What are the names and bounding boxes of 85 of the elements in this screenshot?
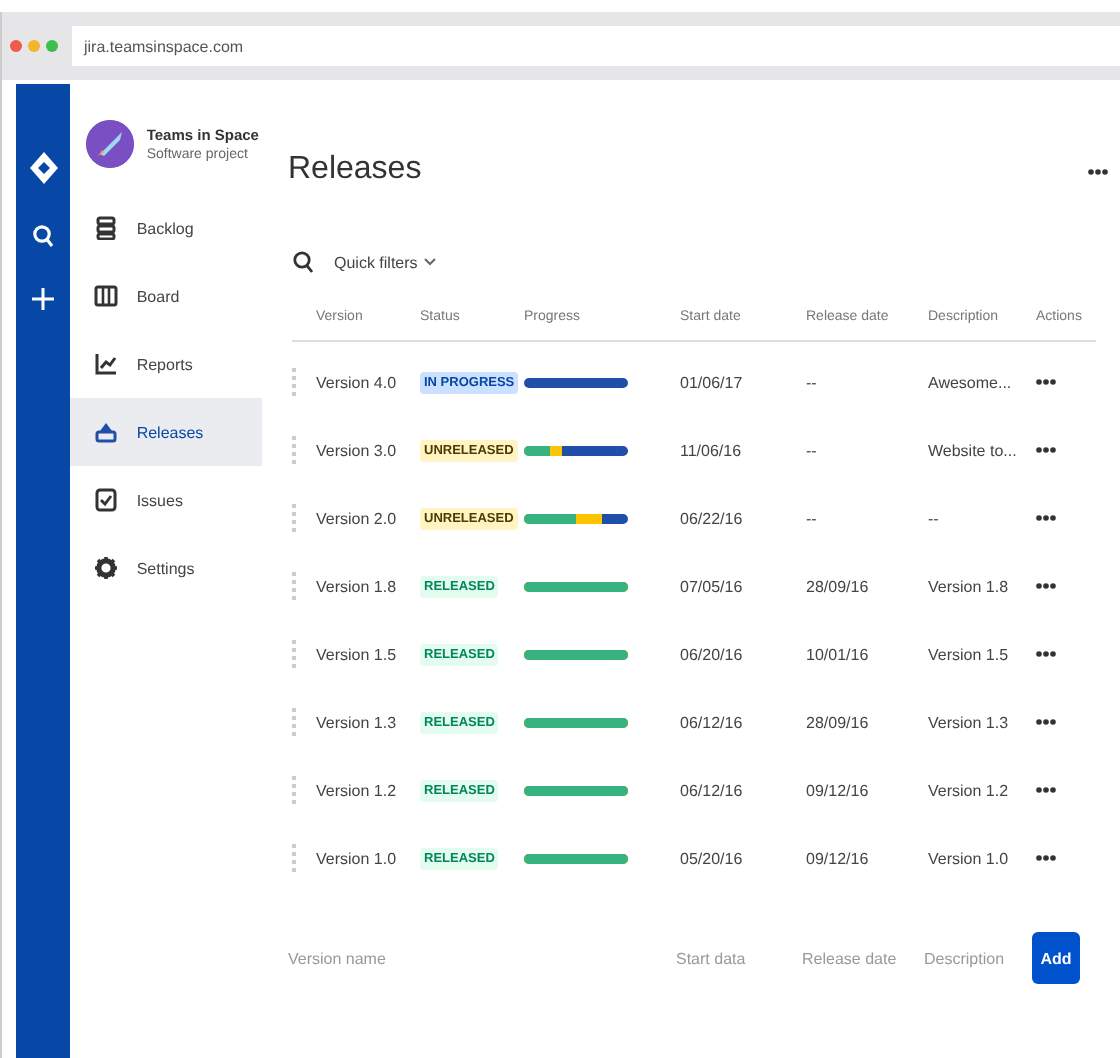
close-dot[interactable] bbox=[10, 40, 22, 52]
drag-handle[interactable] bbox=[292, 640, 300, 668]
ship-icon bbox=[94, 420, 119, 444]
more-icon[interactable] bbox=[1036, 786, 1056, 794]
drag-handle[interactable] bbox=[292, 708, 300, 736]
quick-filters-dropdown[interactable]: Quick filters bbox=[334, 253, 436, 271]
sidebar-item[interactable]: Reports bbox=[70, 330, 262, 398]
more-icon[interactable] bbox=[1036, 378, 1056, 386]
start-date-cell: 01/06/17 bbox=[680, 373, 743, 391]
columns-icon bbox=[94, 284, 119, 308]
search-icon[interactable] bbox=[32, 224, 55, 248]
version-cell: Version 1.2 bbox=[316, 781, 397, 799]
version-cell: Version 3.0 bbox=[316, 441, 397, 459]
add-button[interactable]: Add bbox=[1032, 932, 1080, 984]
release-date-cell: 09/12/16 bbox=[806, 849, 869, 867]
caret-icon bbox=[423, 258, 436, 266]
more-icon[interactable] bbox=[1036, 854, 1056, 862]
gear-icon bbox=[94, 556, 119, 580]
drag-handle[interactable] bbox=[292, 844, 300, 872]
sidebar-item[interactable]: Releases bbox=[70, 398, 262, 466]
plus-icon[interactable] bbox=[32, 288, 55, 310]
start-date-cell: 06/22/16 bbox=[680, 509, 743, 527]
rocket-avatar-icon bbox=[86, 120, 135, 168]
sidebar-item[interactable]: Settings bbox=[70, 534, 262, 602]
line-chart-icon bbox=[94, 352, 119, 376]
release-date-cell: -- bbox=[806, 441, 817, 459]
more-icon[interactable] bbox=[1036, 582, 1056, 590]
release-date-cell: 09/12/16 bbox=[806, 781, 869, 799]
description-cell: Website to... bbox=[928, 441, 1017, 459]
progress-bar bbox=[524, 445, 628, 455]
version-cell: Version 1.8 bbox=[316, 577, 397, 595]
version-cell: Version 1.3 bbox=[316, 713, 397, 731]
drag-handle[interactable] bbox=[292, 368, 300, 396]
release-date-cell: 28/09/16 bbox=[806, 577, 869, 595]
progress-bar bbox=[524, 581, 628, 591]
release-date-cell: -- bbox=[806, 509, 817, 527]
sidebar-item[interactable]: Issues bbox=[70, 466, 262, 534]
page-title: Releases bbox=[288, 152, 424, 190]
start-date-cell: 11/06/16 bbox=[680, 441, 742, 459]
address-bar[interactable]: jira.teamsinspace.com bbox=[72, 26, 1120, 66]
more-icon[interactable] bbox=[1036, 446, 1056, 454]
sidebar-item[interactable]: Backlog bbox=[70, 194, 262, 262]
version-cell: Version 1.5 bbox=[316, 645, 397, 663]
start-date-cell: 06/12/16 bbox=[680, 713, 743, 731]
drag-handle[interactable] bbox=[292, 572, 300, 600]
start-date-cell: 07/05/16 bbox=[680, 577, 743, 595]
description-field[interactable]: Description bbox=[924, 945, 1032, 971]
drag-handle[interactable] bbox=[292, 776, 300, 804]
minimize-dot[interactable] bbox=[28, 40, 40, 52]
version-cell: Version 4.0 bbox=[316, 373, 397, 391]
drag-handle[interactable] bbox=[292, 436, 300, 464]
description-cell: Version 1.2 bbox=[928, 781, 1009, 799]
maximize-dot[interactable] bbox=[46, 40, 58, 52]
checkbox-icon bbox=[94, 488, 119, 512]
more-icon[interactable] bbox=[1036, 718, 1056, 726]
start-date-cell: 06/12/16 bbox=[680, 781, 743, 799]
description-cell: Version 1.8 bbox=[928, 577, 1009, 595]
stack-icon bbox=[94, 216, 119, 240]
diamond-logo-icon[interactable] bbox=[29, 152, 58, 184]
description-cell: Version 1.3 bbox=[928, 713, 1009, 731]
more-icon[interactable] bbox=[1036, 514, 1056, 522]
more-icon[interactable] bbox=[1088, 168, 1108, 176]
version-cell: Version 2.0 bbox=[316, 509, 397, 527]
progress-bar bbox=[524, 785, 628, 795]
progress-bar bbox=[524, 649, 628, 659]
release-date-cell: 28/09/16 bbox=[806, 713, 869, 731]
release-date-cell: -- bbox=[806, 373, 817, 391]
start-date-cell: 06/20/16 bbox=[680, 645, 743, 663]
version-cell: Version 1.0 bbox=[316, 849, 397, 867]
description-cell: Version 1.0 bbox=[928, 849, 1009, 867]
version-name-field[interactable]: Version name bbox=[288, 945, 676, 971]
progress-bar bbox=[524, 853, 628, 863]
progress-bar bbox=[524, 717, 628, 727]
start-date-field[interactable]: Start data bbox=[676, 945, 802, 971]
release-date-field[interactable]: Release date bbox=[802, 945, 924, 971]
drag-handle[interactable] bbox=[292, 504, 300, 532]
search-icon[interactable] bbox=[292, 250, 314, 274]
more-icon[interactable] bbox=[1036, 650, 1056, 658]
description-cell: -- bbox=[928, 509, 939, 527]
release-date-cell: 10/01/16 bbox=[806, 645, 869, 663]
sidebar-item[interactable]: Board bbox=[70, 262, 262, 330]
description-cell: Awesome... bbox=[928, 373, 1012, 391]
description-cell: Version 1.5 bbox=[928, 645, 1009, 663]
start-date-cell: 05/20/16 bbox=[680, 849, 743, 867]
progress-bar bbox=[524, 513, 628, 523]
